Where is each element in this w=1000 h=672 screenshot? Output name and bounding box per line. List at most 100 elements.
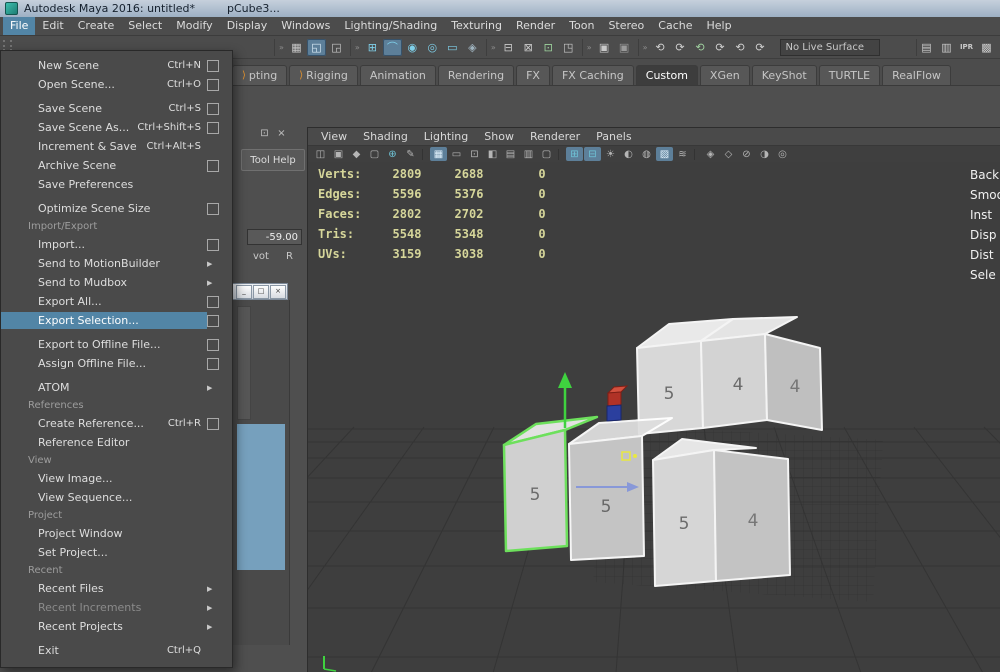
shelf-tab-fx[interactable]: FX bbox=[516, 65, 550, 85]
panel-menu-view[interactable]: View bbox=[314, 130, 354, 143]
collapse-arrow-icon[interactable]: » bbox=[491, 43, 496, 52]
file-menu-item-set-project[interactable]: Set Project... bbox=[1, 543, 232, 562]
safe-title-icon[interactable]: ▢ bbox=[538, 147, 555, 161]
resolution-gate-icon[interactable]: ⊡ bbox=[466, 147, 483, 161]
camera-lock-icon[interactable]: ▣ bbox=[330, 147, 347, 161]
option-box-icon[interactable] bbox=[207, 418, 219, 430]
small-blue-cube[interactable] bbox=[607, 405, 621, 421]
viewport-canvas[interactable]: 5 4 4 5 5 bbox=[308, 162, 1000, 672]
isolate-select-icon[interactable]: ◎ bbox=[774, 147, 791, 161]
file-menu-item-new-scene[interactable]: New SceneCtrl+N bbox=[1, 56, 232, 75]
menubar-item-create[interactable]: Create bbox=[71, 17, 122, 35]
menubar-item-cache[interactable]: Cache bbox=[651, 17, 699, 35]
node-settings-icon[interactable]: ◳ bbox=[559, 39, 578, 56]
file-menu-item-view-image[interactable]: View Image... bbox=[1, 469, 232, 488]
menubar-item-file[interactable]: File bbox=[3, 17, 35, 35]
option-box-icon[interactable] bbox=[207, 339, 219, 351]
shelf-tab-pting[interactable]: ⟩pting bbox=[232, 65, 287, 85]
option-box-icon[interactable] bbox=[207, 60, 219, 72]
panel-menu-lighting[interactable]: Lighting bbox=[417, 130, 475, 143]
field-chart-icon[interactable]: ▤ bbox=[502, 147, 519, 161]
file-menu-item-recent-files[interactable]: Recent Files▶ bbox=[1, 579, 232, 598]
option-box-icon[interactable] bbox=[207, 122, 219, 134]
file-menu-item-open-scene[interactable]: Open Scene...Ctrl+O bbox=[1, 75, 232, 94]
option-box-icon[interactable] bbox=[207, 239, 219, 251]
file-menu-item-import[interactable]: Import... bbox=[1, 235, 232, 254]
menubar-item-render[interactable]: Render bbox=[509, 17, 562, 35]
close-panel-icon[interactable]: × bbox=[275, 128, 288, 139]
file-menu-item-archive-scene[interactable]: Archive Scene bbox=[1, 156, 232, 175]
file-menu-item-create-reference[interactable]: Create Reference...Ctrl+R bbox=[1, 414, 232, 433]
shelf-tab-keyshot[interactable]: KeyShot bbox=[752, 65, 817, 85]
lighting-icon[interactable]: ☀ bbox=[602, 147, 619, 161]
render-settings-icon[interactable]: ▩ bbox=[977, 39, 996, 56]
cube-lower-right[interactable]: 5 4 bbox=[653, 439, 790, 586]
gate-mask-icon[interactable]: ◧ bbox=[484, 147, 501, 161]
file-menu-item-save-scene[interactable]: Save SceneCtrl+S bbox=[1, 99, 232, 118]
shadows-icon[interactable]: ◐ bbox=[620, 147, 637, 161]
lock-highlight-icon[interactable]: ▣ bbox=[615, 39, 634, 56]
option-box-icon[interactable] bbox=[207, 79, 219, 91]
menubar-item-select[interactable]: Select bbox=[121, 17, 169, 35]
menubar-item-edit[interactable]: Edit bbox=[35, 17, 70, 35]
node-input-icon[interactable]: ⊟ bbox=[499, 39, 518, 56]
shelf-tab-custom[interactable]: Custom bbox=[636, 65, 698, 85]
node-output-icon[interactable]: ⊠ bbox=[519, 39, 538, 56]
panel-menu-panels[interactable]: Panels bbox=[589, 130, 638, 143]
circular-arrow-green-icon[interactable]: ⟲ bbox=[691, 39, 710, 56]
minimize-button[interactable]: _ bbox=[236, 285, 252, 299]
circular-arrow-point-icon[interactable]: ⟲ bbox=[731, 39, 750, 56]
menubar-item-modify[interactable]: Modify bbox=[169, 17, 219, 35]
menubar-item-lighting-shading[interactable]: Lighting/Shading bbox=[337, 17, 444, 35]
shelf-tab-rendering[interactable]: Rendering bbox=[438, 65, 514, 85]
file-menu-item-project-window[interactable]: Project Window bbox=[1, 524, 232, 543]
xray-icon[interactable]: ◈ bbox=[702, 147, 719, 161]
anti-alias-icon[interactable]: ▨ bbox=[656, 147, 673, 161]
motion-blur-icon[interactable]: ≋ bbox=[674, 147, 691, 161]
xray-joints-icon[interactable]: ◇ bbox=[720, 147, 737, 161]
file-menu-item-send-to-mudbox[interactable]: Send to Mudbox▶ bbox=[1, 273, 232, 292]
file-menu-item-increment-save[interactable]: Increment & SaveCtrl+Alt+S bbox=[1, 137, 232, 156]
frame-selected-icon[interactable]: ⊟ bbox=[584, 147, 601, 161]
circular-arrow-icon[interactable]: ⟲ bbox=[651, 39, 670, 56]
menubar-item-stereo[interactable]: Stereo bbox=[601, 17, 651, 35]
file-menu-item-save-preferences[interactable]: Save Preferences bbox=[1, 175, 232, 194]
selected-region[interactable] bbox=[237, 424, 285, 570]
file-menu-item-atom[interactable]: ATOM▶ bbox=[1, 378, 232, 397]
image-plane-icon[interactable]: ▢ bbox=[366, 147, 383, 161]
shelf-tab-realflow[interactable]: RealFlow bbox=[882, 65, 951, 85]
collapse-arrow-icon[interactable]: » bbox=[587, 43, 592, 52]
close-button[interactable]: × bbox=[270, 285, 286, 299]
magnet-plane-icon[interactable]: ▭ bbox=[443, 39, 462, 56]
shelf-tab-xgen[interactable]: XGen bbox=[700, 65, 750, 85]
file-menu-item-view-sequence[interactable]: View Sequence... bbox=[1, 488, 232, 507]
numeric-input-field[interactable]: -59.00 bbox=[247, 229, 302, 245]
node-graph-icon[interactable]: ⊡ bbox=[539, 39, 558, 56]
file-menu-item-reference-editor[interactable]: Reference Editor bbox=[1, 433, 232, 452]
shelf-tab-rigging[interactable]: ⟩Rigging bbox=[289, 65, 358, 85]
panel-menu-show[interactable]: Show bbox=[477, 130, 521, 143]
maximize-button[interactable]: □ bbox=[253, 285, 269, 299]
shelf-tab-animation[interactable]: Animation bbox=[360, 65, 436, 85]
menubar-item-texturing[interactable]: Texturing bbox=[444, 17, 509, 35]
file-menu-item-exit[interactable]: ExitCtrl+Q bbox=[1, 641, 232, 660]
collapse-arrow-icon[interactable]: » bbox=[355, 43, 360, 52]
magnet-live-icon[interactable]: ◈ bbox=[463, 39, 482, 56]
menubar-item-help[interactable]: Help bbox=[700, 17, 739, 35]
cursor-component-icon[interactable]: ◲ bbox=[327, 39, 346, 56]
circular-arrow-plane-icon[interactable]: ⟳ bbox=[711, 39, 730, 56]
menubar-item-windows[interactable]: Windows bbox=[274, 17, 337, 35]
option-box-icon[interactable] bbox=[207, 358, 219, 370]
file-menu-item-save-scene-as[interactable]: Save Scene As...Ctrl+Shift+S bbox=[1, 118, 232, 137]
option-box-icon[interactable] bbox=[207, 203, 219, 215]
panel-menu-shading[interactable]: Shading bbox=[356, 130, 415, 143]
lock-icon[interactable]: ▣ bbox=[595, 39, 614, 56]
live-surface-field[interactable]: No Live Surface bbox=[780, 39, 880, 56]
circular-arrow-center-icon[interactable]: ⟳ bbox=[751, 39, 770, 56]
file-menu-item-export-all[interactable]: Export All... bbox=[1, 292, 232, 311]
grease-pencil-icon[interactable]: ✎ bbox=[402, 147, 419, 161]
render-frame-icon[interactable]: ▤ bbox=[917, 39, 936, 56]
safe-action-icon[interactable]: ▥ bbox=[520, 147, 537, 161]
magnet-center-icon[interactable]: ◎ bbox=[423, 39, 442, 56]
option-box-icon[interactable] bbox=[207, 160, 219, 172]
